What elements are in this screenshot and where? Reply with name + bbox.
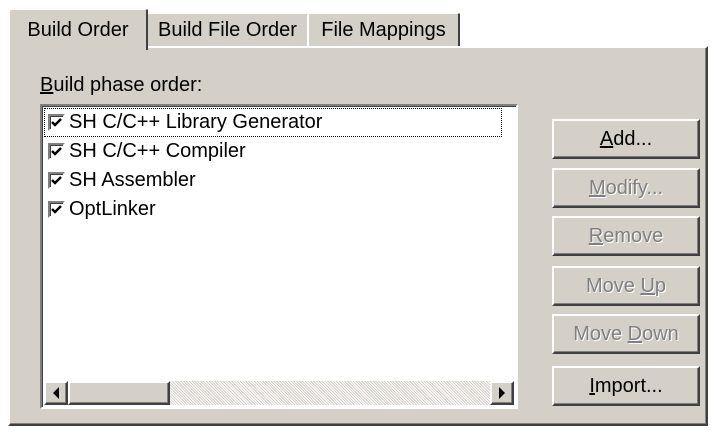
tab-build-file-order[interactable]: Build File Order — [146, 12, 309, 46]
caption-text: uild phase order: — [53, 74, 203, 96]
build-phase-list[interactable]: SH C/C++ Library Generator SH C/C++ Comp… — [40, 104, 518, 409]
mnemonic-letter: M — [588, 176, 606, 199]
scroll-right-button[interactable] — [490, 381, 514, 405]
tab-label: Build Order — [27, 18, 129, 41]
button-label: odify... — [605, 176, 664, 199]
add-button[interactable]: Add... — [552, 119, 700, 159]
remove-button[interactable]: Remove — [552, 216, 700, 256]
tab-panel-build-order: Build phase order: SH C/C++ Library Gene… — [8, 46, 708, 426]
tab-label: Build File Order — [158, 18, 297, 41]
tab-build-order[interactable]: Build Order — [8, 8, 148, 50]
left-triangle-icon — [53, 387, 59, 399]
checkbox[interactable] — [48, 114, 65, 131]
list-item-label: SH C/C++ Library Generator — [69, 111, 323, 133]
checkbox[interactable] — [48, 201, 65, 218]
build-phase-items: SH C/C++ Library Generator SH C/C++ Comp… — [44, 108, 514, 224]
list-item-label: SH C/C++ Compiler — [69, 140, 246, 162]
button-label: p — [654, 274, 667, 297]
mnemonic-letter: A — [599, 127, 614, 150]
button-label: own — [642, 322, 679, 345]
button-label: dd... — [613, 127, 653, 150]
move-down-button[interactable]: Move Down — [552, 314, 700, 354]
right-triangle-icon — [499, 387, 505, 399]
mnemonic-letter: U — [640, 274, 655, 297]
tab-file-mappings[interactable]: File Mappings — [307, 12, 460, 46]
mnemonic-letter: B — [40, 74, 54, 96]
checkbox[interactable] — [48, 143, 65, 160]
check-mark-icon — [51, 205, 62, 214]
button-label: mport... — [594, 374, 663, 397]
move-up-button[interactable]: Move Up — [552, 266, 700, 306]
check-mark-icon — [51, 176, 62, 185]
list-item-label: OptLinker — [69, 198, 156, 220]
list-item[interactable]: SH Assembler — [44, 166, 514, 195]
build-options-dialog: Build File Order File Mappings Build Ord… — [0, 0, 721, 437]
scrollbar-thumb[interactable] — [68, 381, 170, 405]
horizontal-scrollbar[interactable] — [44, 381, 514, 405]
scroll-left-button[interactable] — [44, 381, 68, 405]
button-label-prefix: Move — [573, 322, 628, 345]
checkbox[interactable] — [48, 172, 65, 189]
list-item[interactable]: OptLinker — [44, 195, 514, 224]
mnemonic-letter: D — [627, 322, 643, 345]
button-label-prefix: Move — [585, 274, 641, 297]
list-item[interactable]: SH C/C++ Compiler — [44, 137, 514, 166]
modify-button[interactable]: Modify... — [552, 168, 700, 208]
button-label: emove — [603, 224, 664, 247]
list-item[interactable]: SH C/C++ Library Generator — [44, 108, 502, 137]
check-mark-icon — [51, 118, 62, 127]
import-button[interactable]: Import... — [552, 366, 700, 406]
mnemonic-letter: R — [588, 224, 604, 247]
build-phase-order-label: Build phase order: — [40, 74, 202, 97]
check-mark-icon — [51, 147, 62, 156]
tab-label: File Mappings — [321, 18, 446, 41]
list-item-label: SH Assembler — [69, 169, 196, 191]
